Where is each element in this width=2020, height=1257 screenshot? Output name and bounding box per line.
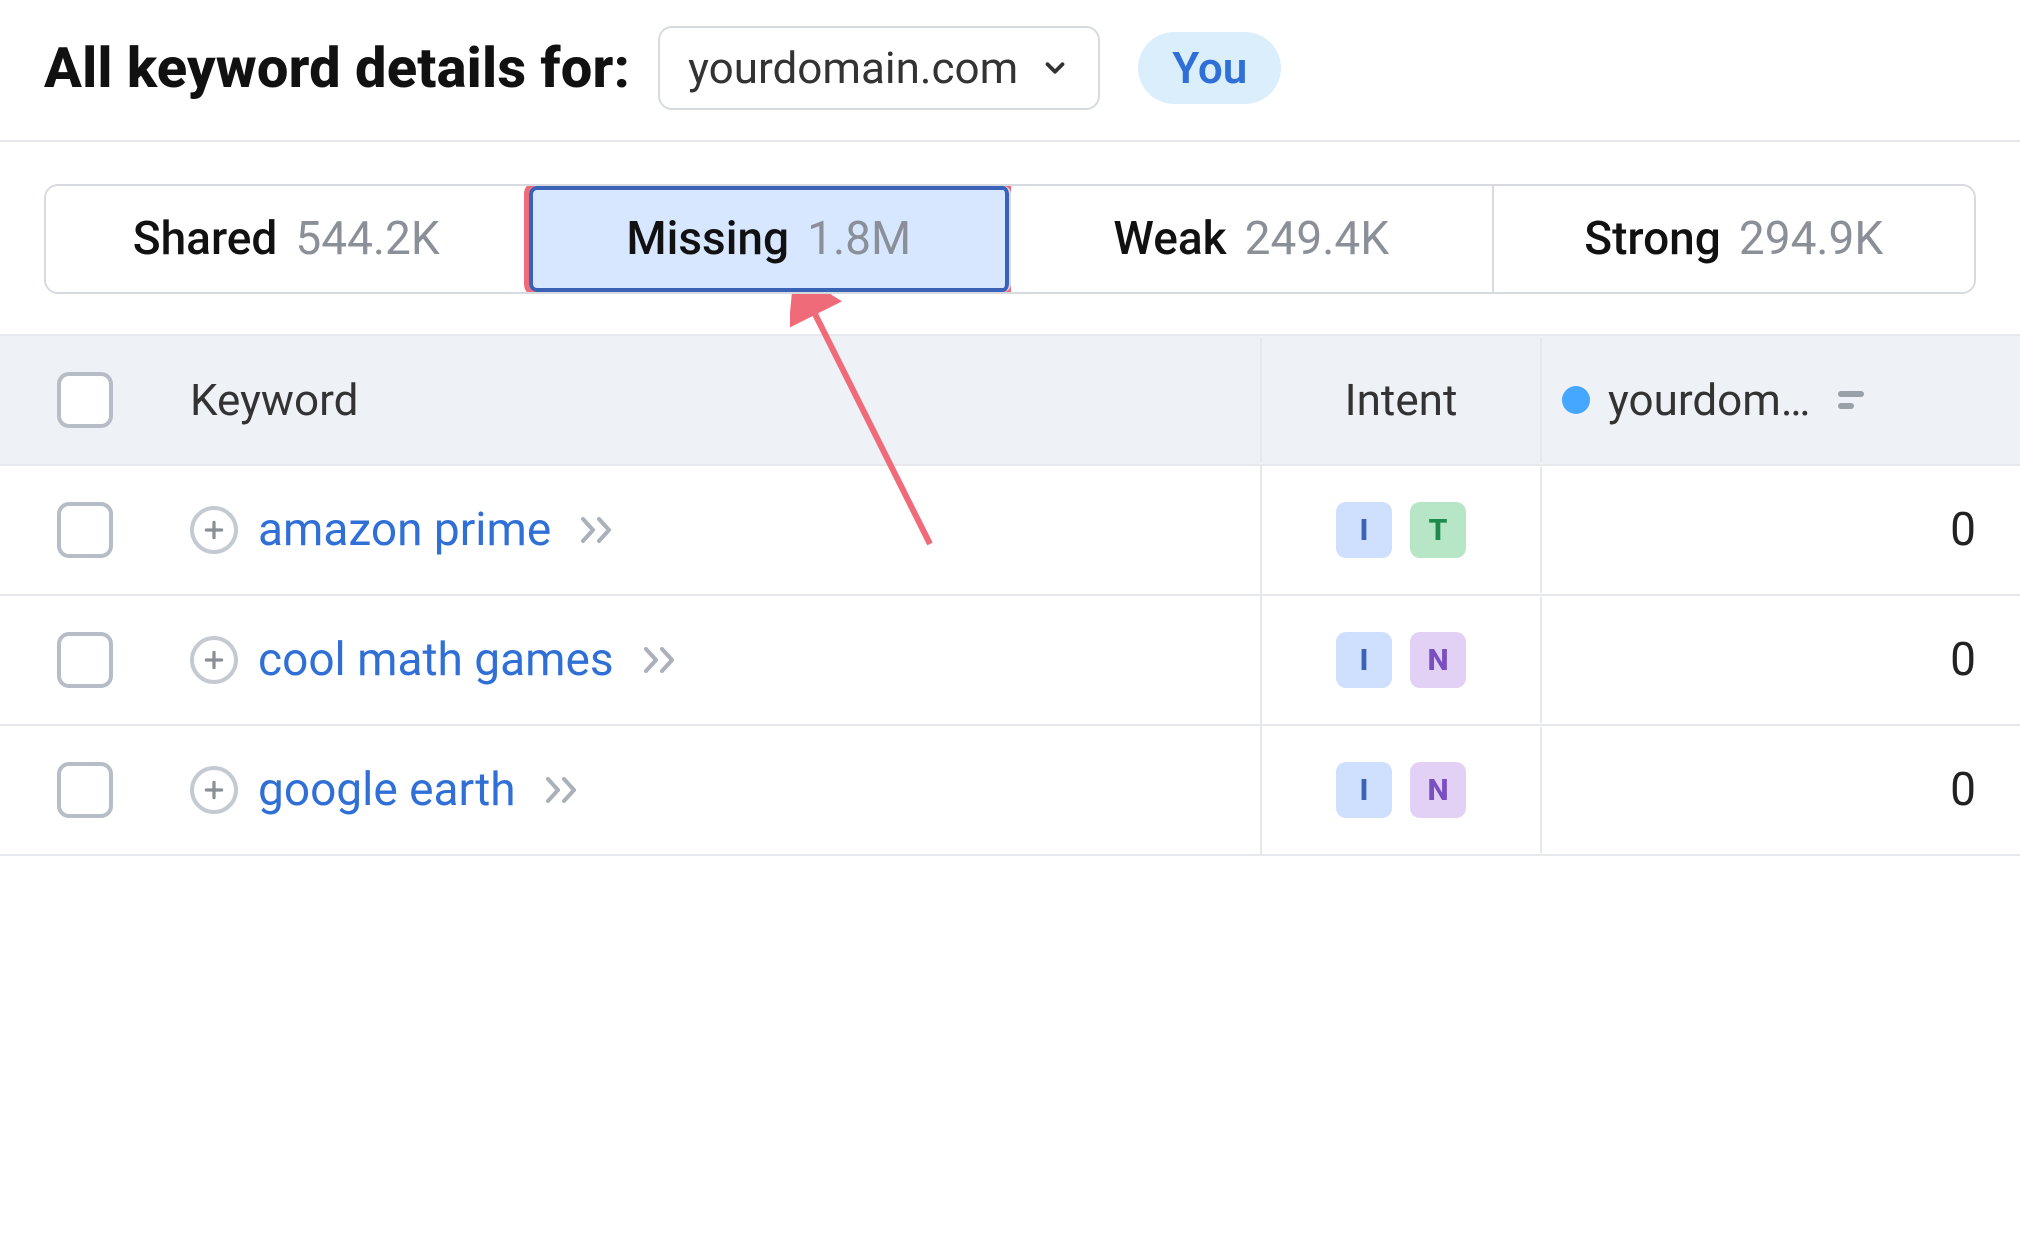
- row-select-cell: [0, 726, 170, 854]
- intent-pills: IT: [1282, 502, 1520, 558]
- keyword-link[interactable]: google earth: [258, 763, 516, 817]
- row-checkbox[interactable]: [57, 502, 113, 558]
- open-details-icon[interactable]: [544, 775, 584, 805]
- filter-tabs-wrap: Shared 544.2K Missing 1.8M Weak 249.4K Strong 2…: [0, 142, 2020, 294]
- open-details-icon[interactable]: [642, 645, 682, 675]
- keyword-cell: google earth: [170, 727, 1260, 853]
- domain-value-cell: 0: [1540, 597, 2020, 723]
- keyword-cell: cool math games: [170, 597, 1260, 723]
- column-intent-label: Intent: [1345, 374, 1458, 426]
- keyword-cell: amazon prime: [170, 467, 1260, 593]
- column-domain-label: yourdom…: [1608, 374, 1810, 426]
- tab-count: 249.4K: [1245, 212, 1389, 266]
- domain-value-cell: 0: [1540, 727, 2020, 853]
- open-details-icon[interactable]: [579, 515, 619, 545]
- page-header: All keyword details for: yourdomain.com …: [0, 0, 2020, 142]
- intent-pills: IN: [1282, 632, 1520, 688]
- keyword-link[interactable]: amazon prime: [258, 503, 551, 557]
- column-domain[interactable]: yourdom…: [1540, 338, 2020, 462]
- table-row: amazon prime IT 0: [0, 466, 2020, 596]
- select-all-checkbox[interactable]: [57, 372, 113, 428]
- column-intent[interactable]: Intent: [1260, 338, 1540, 462]
- intent-pill-i: I: [1336, 762, 1392, 818]
- row-checkbox[interactable]: [57, 632, 113, 688]
- table-body: amazon primeIT0cool math gamesIN0google …: [0, 466, 2020, 856]
- domain-select[interactable]: yourdomain.com: [658, 26, 1100, 110]
- you-badge: You: [1138, 32, 1281, 104]
- tab-missing[interactable]: Missing 1.8M: [529, 186, 1012, 292]
- keyword-link[interactable]: cool math games: [258, 633, 614, 687]
- domain-color-dot: [1562, 386, 1590, 414]
- row-select-cell: [0, 466, 170, 594]
- row-select-cell: [0, 596, 170, 724]
- keywords-table: Keyword Intent yourdom… amazon primeIT0c…: [0, 334, 2020, 856]
- intent-pill-n: N: [1410, 632, 1466, 688]
- intent-pill-t: T: [1410, 502, 1466, 558]
- tab-weak[interactable]: Weak 249.4K: [1011, 186, 1494, 292]
- domain-value-cell: 0: [1540, 467, 2020, 593]
- tab-label: Shared: [133, 212, 278, 266]
- sort-icon: [1838, 391, 1864, 409]
- tab-shared[interactable]: Shared 544.2K: [46, 186, 529, 292]
- intent-pill-n: N: [1410, 762, 1466, 818]
- filter-tabs: Shared 544.2K Missing 1.8M Weak 249.4K Strong 2…: [44, 184, 1976, 294]
- row-checkbox[interactable]: [57, 762, 113, 818]
- page-title: All keyword details for:: [44, 35, 630, 101]
- select-all-cell: [0, 336, 170, 464]
- intent-cell: IT: [1260, 466, 1540, 594]
- add-keyword-icon[interactable]: [190, 506, 238, 554]
- column-keyword[interactable]: Keyword: [170, 338, 1260, 462]
- intent-pill-i: I: [1336, 502, 1392, 558]
- tab-label: Strong: [1584, 212, 1721, 266]
- tab-strong[interactable]: Strong 294.9K: [1494, 186, 1975, 292]
- intent-pills: IN: [1282, 762, 1520, 818]
- tab-count: 294.9K: [1739, 212, 1883, 266]
- domain-select-value: yourdomain.com: [688, 42, 1018, 94]
- tab-count: 1.8M: [807, 212, 911, 266]
- add-keyword-icon[interactable]: [190, 766, 238, 814]
- table-header-row: Keyword Intent yourdom…: [0, 334, 2020, 466]
- add-keyword-icon[interactable]: [190, 636, 238, 684]
- intent-cell: IN: [1260, 596, 1540, 724]
- intent-cell: IN: [1260, 726, 1540, 854]
- tab-count: 544.2K: [295, 212, 439, 266]
- tab-label: Missing: [626, 212, 789, 266]
- tab-label: Weak: [1113, 212, 1226, 266]
- table-row: cool math games IN 0: [0, 596, 2020, 726]
- column-keyword-label: Keyword: [190, 374, 358, 426]
- intent-pill-i: I: [1336, 632, 1392, 688]
- chevron-down-icon: [1040, 53, 1070, 83]
- table-row: google earth IN 0: [0, 726, 2020, 856]
